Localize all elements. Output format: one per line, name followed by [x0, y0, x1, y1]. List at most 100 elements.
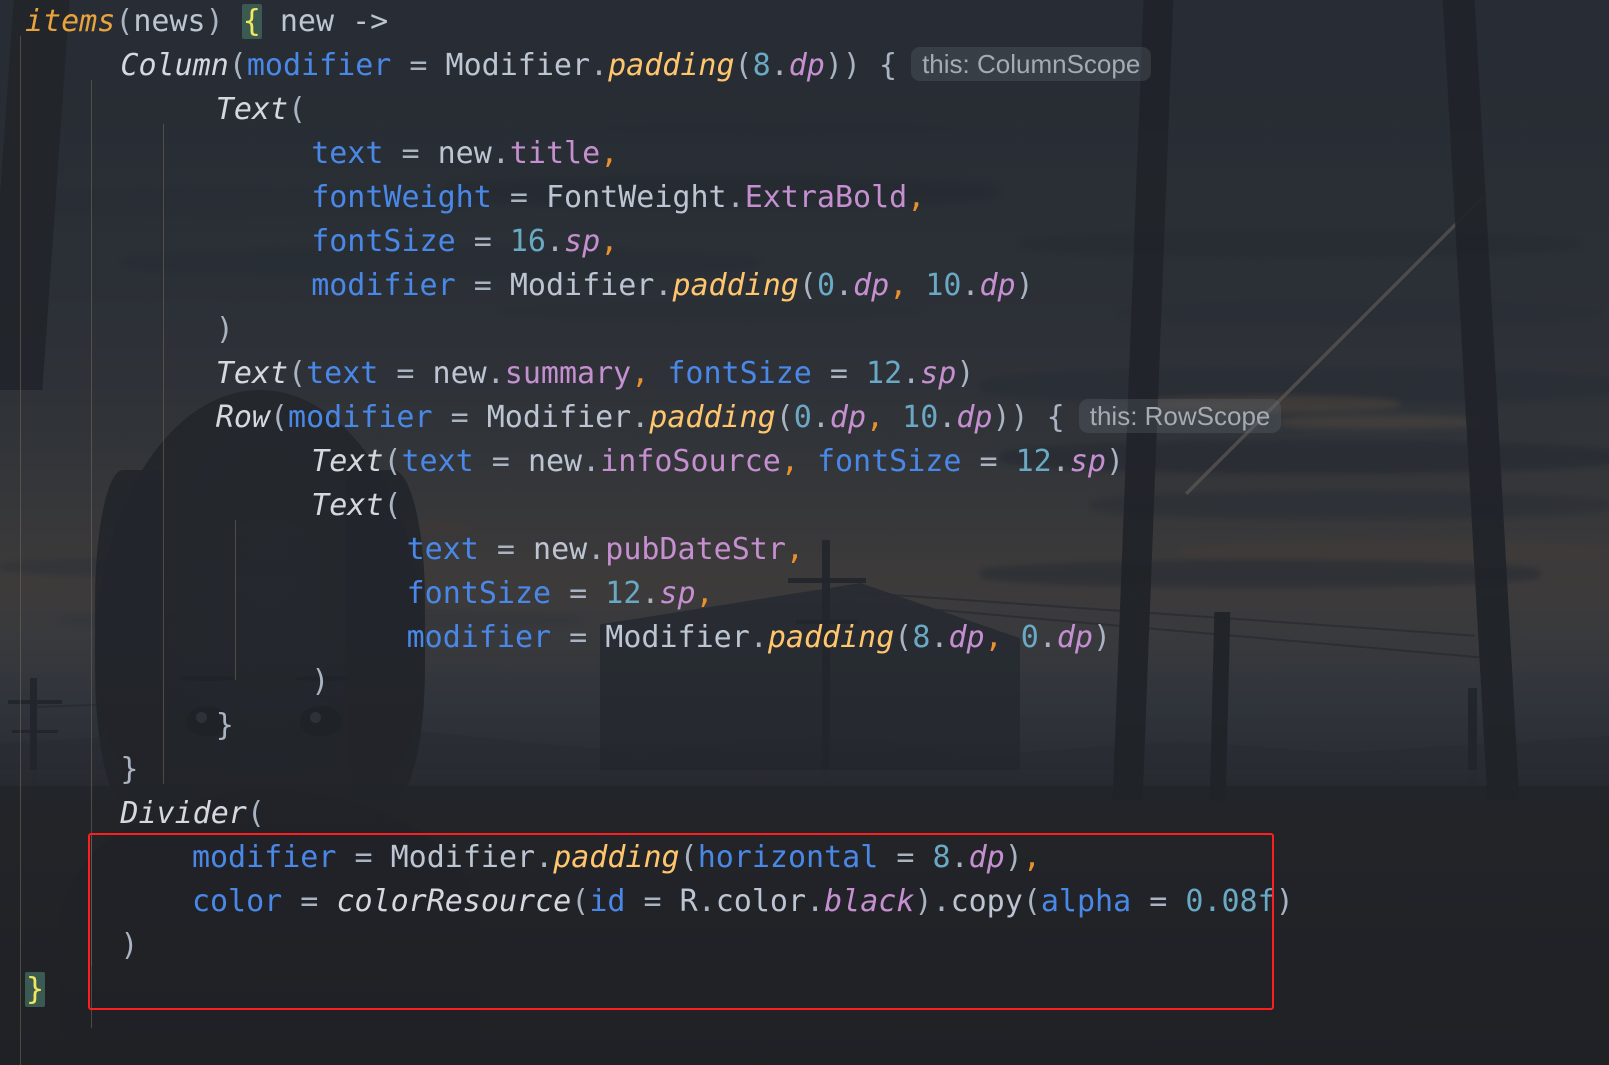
code-token: =: [1131, 884, 1186, 919]
code-token: Text: [311, 488, 384, 523]
code-token: =: [455, 224, 510, 259]
code-token: .: [811, 400, 830, 435]
code-token: Modifier: [605, 620, 750, 655]
code-token: dp: [948, 620, 985, 655]
code-token: fontSize: [406, 576, 552, 611]
code-token: fontWeight: [311, 180, 492, 215]
code-line[interactable]: Text(: [311, 484, 401, 528]
code-token: id: [589, 884, 626, 919]
code-line[interactable]: }: [120, 748, 138, 792]
code-token: =: [378, 356, 433, 391]
code-token: ,: [600, 224, 619, 259]
code-token: .: [654, 268, 673, 303]
code-token: R: [679, 884, 698, 919]
code-token: (: [734, 48, 753, 83]
code-token: )): [824, 48, 861, 83]
code-token: .: [930, 620, 949, 655]
code-line[interactable]: color = colorResource(id = R.color.black…: [192, 880, 1294, 924]
code-token: padding: [767, 620, 895, 655]
code-token: =: [491, 180, 546, 215]
code-token: dp: [788, 48, 825, 83]
code-token: ): [956, 356, 975, 391]
code-token: 12: [866, 356, 903, 391]
code-token: Text: [311, 444, 384, 479]
code-content[interactable]: items(news) { new -> Column(modifier = Mo…: [0, 0, 1609, 1065]
code-token: =: [961, 444, 1016, 479]
code-line[interactable]: ): [120, 924, 138, 968]
code-line[interactable]: Text(: [216, 88, 306, 132]
code-line[interactable]: Text(text = new.infoSource, fontSize = 1…: [311, 440, 1124, 484]
code-token: padding: [553, 840, 680, 875]
code-token: .: [950, 840, 969, 875]
code-token: =: [336, 840, 391, 875]
code-line[interactable]: Column(modifier = Modifier.padding(8.dp)…: [120, 44, 1152, 88]
code-token: 12: [605, 576, 642, 611]
code-token: copy: [950, 884, 1023, 919]
code-token: (: [269, 400, 289, 435]
code-token: {: [879, 48, 898, 83]
code-token: .: [902, 356, 921, 391]
code-token: (: [894, 620, 913, 655]
code-line[interactable]: fontSize = 16.sp,: [311, 220, 618, 264]
code-token: 8: [912, 620, 931, 655]
code-editor[interactable]: items(news) { new -> Column(modifier = Mo…: [0, 0, 1609, 1065]
code-token: ): [914, 884, 933, 919]
code-token: (: [288, 356, 307, 391]
code-line[interactable]: items(news) { new ->: [25, 0, 388, 44]
code-token: dp: [829, 400, 867, 435]
code-line[interactable]: Text(text = new.summary, fontSize = 12.s…: [216, 352, 975, 396]
code-line[interactable]: Row(modifier = Modifier.padding(0.dp, 10…: [216, 396, 1282, 440]
code-line[interactable]: }: [25, 968, 46, 1012]
code-token: news: [133, 4, 206, 39]
inlay-hint-scope[interactable]: this: RowScope: [1078, 399, 1282, 433]
code-token: dp: [853, 268, 890, 303]
code-token: .: [641, 576, 660, 611]
code-token: }: [215, 708, 234, 743]
code-token: Modifier: [486, 400, 632, 435]
code-token: sp: [564, 224, 601, 259]
code-line[interactable]: }: [216, 704, 234, 748]
code-token: fontSize: [311, 224, 456, 259]
code-token: (: [798, 268, 817, 303]
code-token: (: [383, 488, 402, 523]
code-token: =: [625, 884, 680, 919]
code-token: ): [1004, 840, 1023, 875]
code-line[interactable]: ): [216, 308, 234, 352]
code-token: .: [546, 224, 565, 259]
code-token: text: [406, 532, 479, 567]
code-line[interactable]: ): [311, 660, 329, 704]
inlay-hint-scope[interactable]: this: ColumnScope: [911, 47, 1152, 81]
code-token: .: [535, 840, 554, 875]
code-token: infoSource: [600, 444, 781, 479]
code-token: dp: [979, 268, 1016, 303]
code-line[interactable]: modifier = Modifier.padding(8.dp, 0.dp): [407, 616, 1111, 660]
code-line[interactable]: modifier = Modifier.padding(0.dp, 10.dp): [311, 264, 1034, 308]
code-line[interactable]: fontSize = 12.sp,: [407, 572, 714, 616]
code-line[interactable]: Divider(: [120, 792, 265, 836]
code-token: .: [938, 400, 957, 435]
code-token: pubDateStr: [605, 532, 786, 567]
code-token: =: [478, 532, 534, 567]
code-token: dp: [956, 400, 993, 435]
code-token: 0: [793, 400, 812, 435]
code-token: (: [679, 840, 698, 875]
code-token: =: [473, 444, 528, 479]
code-token: (: [228, 48, 247, 83]
code-line[interactable]: fontWeight = FontWeight.ExtraBold,: [311, 176, 925, 220]
code-token: .: [806, 884, 825, 919]
code-token: text: [306, 356, 379, 391]
code-token: ,: [785, 532, 804, 567]
code-token: 0.08f: [1185, 884, 1276, 919]
code-token: =: [551, 576, 606, 611]
code-token: new: [432, 356, 487, 391]
code-line[interactable]: modifier = Modifier.padding(horizontal =…: [192, 836, 1041, 880]
code-token: dp: [968, 840, 1005, 875]
code-token: .: [961, 268, 980, 303]
code-token: FontWeight: [546, 180, 727, 215]
code-line[interactable]: text = new.pubDateStr,: [407, 528, 804, 572]
code-line[interactable]: text = new.title,: [311, 132, 618, 176]
